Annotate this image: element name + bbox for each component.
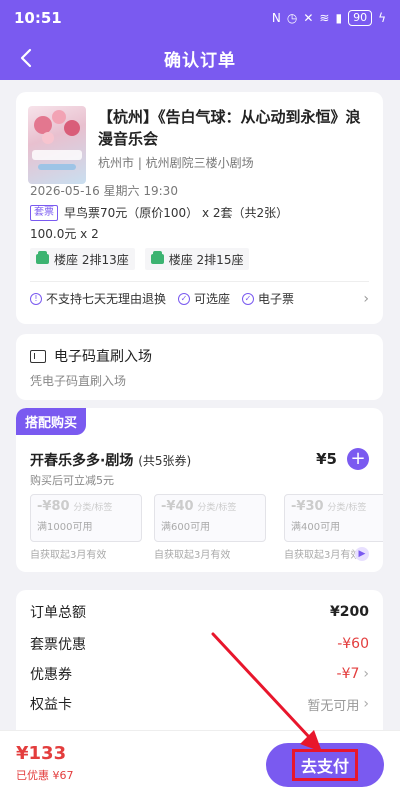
ticket-desc: 早鸟票70元（原价100） x 2套（共2张） [64, 206, 289, 220]
benefit-card-row[interactable]: 权益卡 暂无可用 › [30, 694, 369, 714]
event-card: 【杭州】《告白气球：从心动到永恒》浪漫音乐会 杭州市 | 杭州剧院三楼小剧场 2… [16, 92, 383, 324]
nfc-icon: N [271, 11, 281, 25]
ticket-icon [30, 349, 46, 363]
check-circle-icon: ✓ [178, 292, 191, 305]
chevron-right-icon: › [363, 666, 369, 682]
status-icons: N ◷ ✕ ≋ ▮ 90 ϟ [272, 10, 386, 26]
saved-amount: 已优惠 ¥67 [16, 769, 74, 782]
coupon-min: 满600可用 [161, 522, 211, 533]
price-qty: 100.0元 x 2 [30, 227, 99, 241]
chevron-right-icon[interactable]: › [363, 291, 369, 307]
policy-label: 可选座 [194, 292, 231, 306]
coupon-min: 满400可用 [291, 522, 341, 533]
coupon-validity: 自获取起3月有效 [30, 550, 107, 561]
event-title: 【杭州】《告白气球：从心动到永恒》浪漫音乐会 [98, 108, 361, 148]
page-title: 确认订单 [164, 50, 236, 71]
entry-method-card: 电子码直刷入场 凭电子码直刷入场 [16, 334, 383, 400]
coupon-amount: -¥30 [291, 499, 324, 514]
event-venue: 杭州市 | 杭州剧院三楼小剧场 [98, 156, 254, 170]
coupon-label: 优惠券 [30, 667, 72, 683]
coupon-validity: 自获取起3月有效 [154, 550, 231, 561]
bundle-label: 套票优惠 [30, 637, 86, 653]
seat-label: 楼座 2排13座 [54, 252, 129, 267]
coupon-unit: 分类/标签 [197, 503, 237, 513]
coupon-box: -¥40 分类/标签 满600可用 [154, 494, 266, 542]
chevron-right-icon: › [363, 696, 369, 712]
battery-icon: 90 [348, 10, 373, 26]
seat-item: 楼座 2排15座 [144, 248, 250, 270]
coupon-amount-row: -¥30 分类/标签 [291, 499, 383, 514]
bundle-value: -¥60 [337, 636, 369, 652]
coupon-item: -¥80 分类/标签 满1000可用 自获取起3月有效 [30, 494, 142, 561]
charging-icon: ϟ [378, 11, 386, 25]
event-poster[interactable] [28, 106, 86, 184]
combo-card: 搭配购买 开春乐多多·剧场 (共5张券) ¥5 + 购买后可立减5元 -¥80 … [16, 408, 383, 572]
combo-name-row: 开春乐多多·剧场 (共5张券) [30, 450, 191, 470]
ticket-tag: 套票 [30, 204, 58, 221]
signal-icon: ▮ [335, 11, 343, 25]
combo-price: ¥5 [316, 450, 337, 468]
pay-button[interactable]: 去支付 [266, 743, 384, 787]
nav-bar: 确认订单 [0, 36, 400, 80]
coupon-box: -¥80 分类/标签 满1000可用 [30, 494, 142, 542]
policy-label: 不支持七天无理由退换 [46, 292, 167, 306]
coupon-box: -¥30 分类/标签 满400可用 [284, 494, 383, 542]
entry-title-row: 电子码直刷入场 [30, 346, 152, 366]
combo-count: (共5张券) [138, 454, 192, 468]
seat-item: 楼座 2排13座 [30, 248, 135, 270]
bottom-pay-bar: ¥133 已优惠 ¥67 去支付 [0, 730, 400, 800]
wifi-icon: ≋ [319, 11, 330, 25]
coupon-amount: -¥80 [37, 499, 70, 514]
combo-label: 搭配购买 [16, 408, 87, 435]
coupon-amount: -¥40 [161, 499, 194, 514]
combo-subtitle: 购买后可立减5元 [30, 474, 114, 487]
status-bar: 10:51 N ◷ ✕ ≋ ▮ 90 ϟ [0, 0, 400, 36]
total-row: 订单总额 ¥200 [30, 602, 369, 622]
benefit-label: 权益卡 [30, 697, 72, 713]
combo-name: 开春乐多多·剧场 [30, 453, 134, 469]
coupon-min: 满1000可用 [37, 522, 93, 533]
coupon-value: -¥7 [336, 666, 360, 682]
benefit-value: 暂无可用 [307, 698, 360, 714]
policy-item: ✓ 可选座 [178, 290, 230, 307]
alarm-icon: ◷ [286, 11, 298, 25]
coupon-row[interactable]: 优惠券 -¥7 › [30, 664, 369, 684]
bundle-discount-row: 套票优惠 -¥60 [30, 634, 369, 654]
add-combo-button[interactable]: + [347, 448, 369, 470]
order-summary-card: 订单总额 ¥200 套票优惠 -¥60 优惠券 -¥7 › 权益卡 暂无可用 › [16, 590, 383, 750]
coupon-unit: 分类/标签 [327, 503, 367, 513]
total-value: ¥200 [330, 604, 369, 620]
seat-list: 楼座 2排13座 楼座 2排15座 [30, 248, 250, 270]
back-arrow-icon[interactable] [12, 44, 40, 72]
entry-title: 电子码直刷入场 [54, 349, 152, 365]
policy-row[interactable]: ! 不支持七天无理由退换 ✓ 可选座 ✓ 电子票 › [30, 290, 369, 307]
coupon-unit: 分类/标签 [73, 503, 113, 513]
coupon-amount-row: -¥80 分类/标签 [37, 499, 135, 514]
check-circle-icon: ✓ [242, 292, 255, 305]
scroll-more-icon[interactable]: ▶ [355, 547, 369, 561]
coupon-amount-row: -¥40 分类/标签 [161, 499, 259, 514]
seat-icon [36, 251, 49, 264]
policy-item: ! 不支持七天无理由退换 [30, 290, 166, 307]
seat-label: 楼座 2排15座 [168, 252, 244, 267]
event-datetime: 2026-05-16 星期六 19:30 [30, 184, 178, 198]
entry-subtitle: 凭电子码直刷入场 [30, 374, 127, 388]
pay-button-label: 去支付 [291, 749, 358, 781]
status-time: 10:51 [14, 9, 62, 27]
no-refund-icon: ! [30, 292, 42, 305]
pay-total: ¥133 [16, 743, 67, 764]
policy-label: 电子票 [258, 292, 295, 306]
policy-item: ✓ 电子票 [242, 290, 294, 307]
total-label: 订单总额 [30, 605, 86, 621]
mute-icon: ✕ [303, 11, 314, 25]
divider [30, 281, 369, 282]
coupon-item: -¥40 分类/标签 满600可用 自获取起3月有效 [154, 494, 266, 561]
ticket-line: 套票 早鸟票70元（原价100） x 2套（共2张） [30, 204, 288, 221]
coupon-list[interactable]: -¥80 分类/标签 满1000可用 自获取起3月有效 -¥40 分类/标签 满… [30, 494, 266, 561]
seat-icon [150, 251, 164, 264]
